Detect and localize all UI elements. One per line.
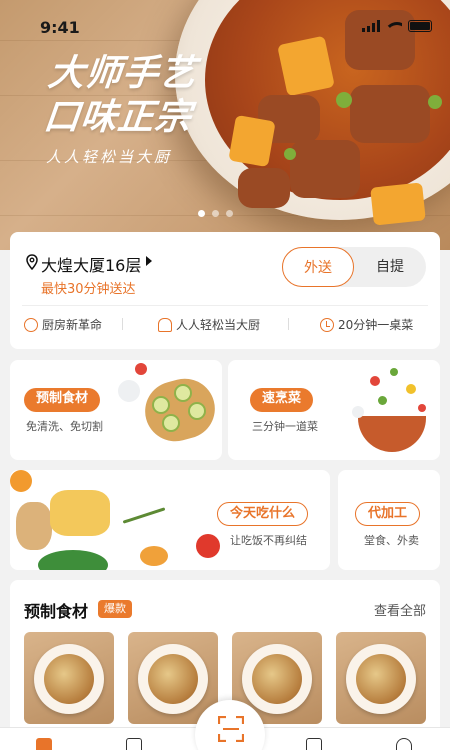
carousel-dot[interactable] — [212, 210, 219, 217]
category-label: 今天吃什么 — [217, 502, 309, 526]
cucumber-image — [152, 396, 170, 414]
hero-title-line2: 口味正宗 — [41, 97, 194, 138]
category-sub: 免清洗、免切割 — [26, 420, 103, 433]
hero-title-line1: 大师手艺 — [46, 53, 199, 94]
feature-label: 厨房新革命 — [42, 318, 103, 332]
product-image — [44, 654, 94, 704]
see-all-link[interactable]: 查看全部 — [374, 600, 426, 619]
tomato-image — [135, 363, 147, 375]
garlic-image — [118, 380, 140, 402]
cucumber-image — [188, 402, 206, 420]
tomato-image — [196, 534, 220, 558]
feature-kitchen: 厨房新革命 — [24, 316, 102, 333]
feature-time: 20分钟一桌菜 — [320, 316, 413, 333]
pasta-image — [50, 490, 110, 536]
product-card[interactable] — [336, 632, 426, 724]
feature-label: 20分钟一桌菜 — [338, 318, 414, 332]
hero-banner[interactable]: 9:41 大师手艺 口味正宗 人人轻松当大厨 — [0, 0, 450, 250]
vegetable-image — [378, 396, 387, 405]
product-image — [148, 654, 198, 704]
feature-chef: 人人轻松当大厨 — [158, 316, 260, 333]
vegetable-image — [390, 368, 398, 376]
hot-badge: 爆款 — [98, 600, 132, 618]
category-sub: 堂食、外卖 — [364, 534, 419, 547]
category-label: 速烹菜 — [250, 388, 314, 412]
profile-icon[interactable] — [396, 738, 412, 750]
carousel-dot[interactable] — [226, 210, 233, 217]
vegetable-image — [418, 404, 426, 412]
cucumber-image — [174, 384, 192, 402]
signal-icon — [362, 20, 380, 32]
mode-pickup-button[interactable]: 自提 — [354, 247, 426, 287]
cucumber-image — [162, 414, 180, 432]
carousel-dot-active[interactable] — [198, 210, 205, 217]
location-pin-icon — [26, 254, 38, 270]
food-image — [10, 470, 32, 492]
vegetable-image — [406, 384, 416, 394]
product-image — [252, 654, 302, 704]
vegetable-image — [370, 376, 380, 386]
broccoli-image — [38, 550, 108, 570]
feature-separator — [288, 318, 289, 330]
section-title: 预制食材 — [24, 602, 89, 621]
category-sub: 三分钟一道菜 — [252, 420, 318, 433]
category-label: 预制食材 — [24, 388, 101, 412]
hero-subtitle: 人人轻松当大厨 — [46, 148, 173, 166]
product-image — [356, 654, 406, 704]
mode-delivery-button[interactable]: 外送 — [282, 247, 354, 287]
product-card[interactable] — [24, 632, 114, 724]
scan-icon — [218, 716, 244, 742]
feature-label: 人人轻松当大厨 — [176, 318, 261, 332]
clock-icon — [320, 317, 334, 332]
category-quick-cook[interactable]: 速烹菜 三分钟一道菜 — [228, 360, 440, 460]
status-icons — [362, 20, 432, 32]
carousel-dots[interactable] — [198, 210, 233, 217]
category-label: 代加工 — [355, 502, 421, 526]
battery-icon — [408, 20, 432, 32]
hero-title: 大师手艺 口味正宗 — [41, 52, 199, 140]
order-mode-toggle[interactable]: 外送 自提 — [282, 247, 426, 287]
bread-image — [16, 502, 52, 550]
store-card: 大煌大厦16层 最快30分钟送达 外送 自提 厨房新革命 人人轻松当大厨 20分… — [10, 232, 440, 349]
home-icon[interactable] — [36, 738, 52, 750]
wifi-icon — [386, 20, 402, 32]
wok-image — [358, 416, 426, 452]
chef-hat-icon — [158, 317, 172, 332]
category-sub: 让吃饭不再纠结 — [230, 534, 307, 547]
feature-separator — [122, 318, 123, 330]
divider — [22, 305, 428, 306]
store-location[interactable]: 大煌大厦16层 — [41, 252, 141, 276]
status-time: 9:41 — [40, 18, 80, 37]
herb-image — [122, 507, 166, 524]
vegetable-image — [352, 406, 364, 418]
category-custom-processing[interactable]: 代加工 堂食、外卖 — [338, 470, 440, 570]
delivery-eta: 最快30分钟送达 — [41, 282, 136, 297]
menu-icon[interactable] — [126, 738, 142, 750]
location-arrow-icon[interactable] — [146, 256, 152, 266]
kitchen-icon — [24, 317, 38, 332]
category-prepared-ingredients[interactable]: 预制食材 免清洗、免切割 — [10, 360, 222, 460]
food-image — [140, 546, 168, 566]
category-what-to-eat[interactable]: 今天吃什么 让吃饭不再纠结 — [10, 470, 330, 570]
cart-icon[interactable] — [306, 738, 322, 750]
